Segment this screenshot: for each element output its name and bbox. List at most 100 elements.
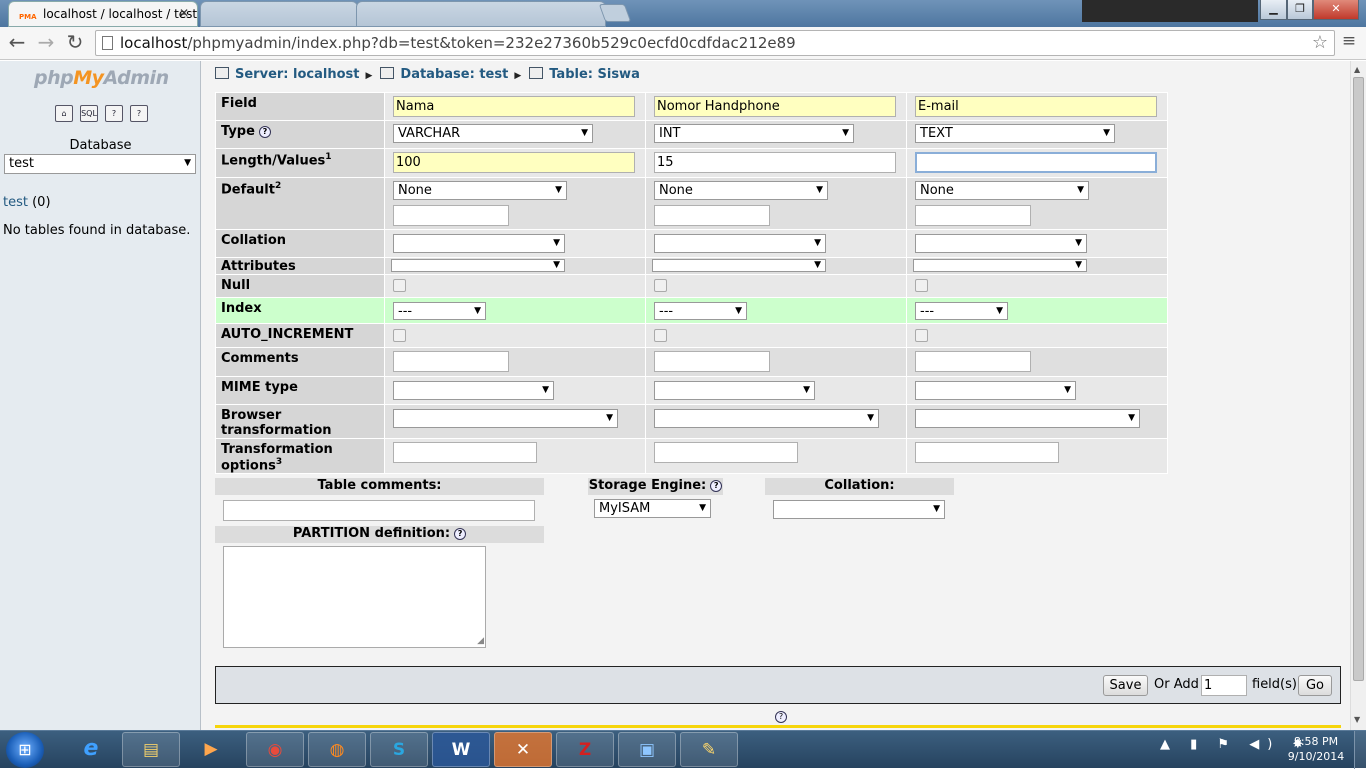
breadcrumb-database[interactable]: Database: test — [400, 67, 508, 82]
comments-input[interactable] — [915, 351, 1031, 372]
close-window-button[interactable]: ✕ — [1313, 0, 1359, 20]
null-checkbox[interactable] — [654, 279, 667, 292]
table-collation-select[interactable]: ▼ — [773, 500, 945, 519]
explorer-icon[interactable]: ▤ — [122, 732, 180, 767]
default-value-input[interactable] — [393, 205, 509, 226]
default-select[interactable]: None ▼ — [654, 181, 828, 200]
default-value-input[interactable] — [915, 205, 1031, 226]
save-button[interactable]: Save — [1103, 675, 1148, 696]
default-select[interactable]: None ▼ — [393, 181, 567, 200]
table-comments-input[interactable] — [223, 500, 535, 521]
auto-increment-checkbox[interactable] — [915, 329, 928, 342]
back-icon[interactable]: ← — [5, 31, 29, 55]
home-icon[interactable]: ⌂ — [55, 105, 73, 122]
transformation-select[interactable]: ▼ — [915, 409, 1140, 428]
forward-icon[interactable]: → — [34, 31, 58, 55]
scrollbar-thumb[interactable] — [1353, 77, 1364, 681]
breadcrumb-server[interactable]: Server: localhost — [235, 67, 359, 82]
transformation-options-input[interactable] — [654, 442, 798, 463]
new-tab-button[interactable] — [598, 4, 632, 22]
help-icon[interactable]: ? — [775, 711, 787, 723]
skype-icon[interactable]: S — [370, 732, 428, 767]
tab-second[interactable] — [200, 1, 358, 27]
start-button[interactable]: ⊞ — [6, 732, 44, 768]
xampp-icon[interactable]: ✕ — [494, 732, 552, 767]
chevron-down-icon: ▼ — [1075, 260, 1082, 270]
bookmark-star-icon[interactable]: ☆ — [1312, 32, 1328, 53]
scroll-up-icon[interactable]: ▲ — [1354, 65, 1360, 74]
null-checkbox[interactable] — [393, 279, 406, 292]
filezilla-icon[interactable]: Z — [556, 732, 614, 767]
clock[interactable]: 8:58 PM 9/10/2014 — [1282, 734, 1350, 764]
database-icon — [380, 67, 395, 79]
transformation-options-input[interactable] — [393, 442, 537, 463]
show-desktop-button[interactable] — [1354, 731, 1366, 769]
firefox-icon[interactable]: ◍ — [308, 732, 366, 767]
ie-icon[interactable]: e — [62, 732, 120, 767]
browser-menu-icon[interactable]: ≡ — [1340, 33, 1358, 51]
attributes-select[interactable]: ▼ — [391, 259, 565, 272]
collation-select[interactable]: ▼ — [915, 234, 1087, 253]
transformation-select[interactable]: ▼ — [393, 409, 618, 428]
field-name-input[interactable]: Nomor Handphone — [654, 96, 896, 117]
resize-grip-icon[interactable]: ◢ — [477, 636, 484, 646]
default-select[interactable]: None ▼ — [915, 181, 1089, 200]
tab-phpmyadmin[interactable]: PMA localhost / localhost / test ✕ — [8, 1, 198, 27]
database-link[interactable]: test — [3, 195, 28, 210]
maximize-button[interactable]: ❐ — [1287, 0, 1313, 20]
transformation-select[interactable]: ▼ — [654, 409, 879, 428]
field-name-input[interactable]: Nama — [393, 96, 635, 117]
row-browser-transformation: Browser transformation ▼ ▼ ▼ — [216, 405, 1167, 438]
add-fields-count-input[interactable]: 1 — [1201, 675, 1247, 696]
length-input[interactable] — [915, 152, 1157, 173]
mime-select[interactable]: ▼ — [654, 381, 815, 400]
collation-select[interactable]: ▼ — [393, 234, 565, 253]
word-icon[interactable]: W — [432, 732, 490, 767]
length-input[interactable]: 100 — [393, 152, 635, 173]
help-icon[interactable]: ? — [258, 126, 271, 138]
collation-select[interactable]: ▼ — [654, 234, 826, 253]
attributes-select[interactable]: ▼ — [652, 259, 826, 272]
type-select[interactable]: INT ▼ — [654, 124, 854, 143]
scroll-down-icon[interactable]: ▼ — [1354, 715, 1360, 724]
storage-engine-select[interactable]: MyISAM ▼ — [594, 499, 711, 518]
help-icon[interactable]: ? — [710, 480, 723, 492]
go-button[interactable]: Go — [1298, 675, 1332, 696]
comments-input[interactable] — [393, 351, 509, 372]
index-select[interactable]: --- ▼ — [393, 302, 486, 320]
index-select[interactable]: --- ▼ — [915, 302, 1008, 320]
sql-icon[interactable]: SQL — [80, 105, 98, 122]
transformation-options-input[interactable] — [915, 442, 1059, 463]
tab-blogger[interactable] — [356, 1, 606, 27]
field-name-input[interactable]: E-mail — [915, 96, 1157, 117]
row-default: Default2 None ▼ None ▼ None ▼ — [216, 178, 1167, 229]
minimize-button[interactable]: ▁ — [1260, 0, 1287, 20]
auto-increment-checkbox[interactable] — [393, 329, 406, 342]
attributes-select[interactable]: ▼ — [913, 259, 1087, 272]
chrome-icon[interactable]: ◉ — [246, 732, 304, 767]
reload-icon[interactable]: ↻ — [63, 31, 87, 55]
phpmyadmin-logo[interactable]: phpMyAdmin — [34, 67, 169, 89]
type-select[interactable]: VARCHAR ▼ — [393, 124, 593, 143]
type-select[interactable]: TEXT ▼ — [915, 124, 1115, 143]
length-input[interactable]: 15 — [654, 152, 896, 173]
tab-close-icon[interactable]: ✕ — [179, 6, 189, 20]
null-checkbox[interactable] — [915, 279, 928, 292]
photo-viewer-icon[interactable]: ▣ — [618, 732, 676, 767]
address-bar[interactable]: localhost/phpmyadmin/index.php?db=test&t… — [95, 30, 1335, 56]
media-player-icon[interactable]: ▶ — [182, 732, 240, 767]
breadcrumb-table[interactable]: Table: Siswa — [549, 67, 640, 82]
help-icon[interactable]: ? — [454, 528, 467, 540]
docs-icon[interactable]: ? — [105, 105, 123, 122]
wiki-icon[interactable]: ? — [130, 105, 148, 122]
page-scrollbar[interactable]: ▲ ▼ — [1350, 61, 1366, 730]
paint-icon[interactable]: ✎ — [680, 732, 738, 767]
comments-input[interactable] — [654, 351, 770, 372]
database-select[interactable]: test ▼ — [4, 154, 196, 174]
auto-increment-checkbox[interactable] — [654, 329, 667, 342]
mime-select[interactable]: ▼ — [915, 381, 1076, 400]
index-select[interactable]: --- ▼ — [654, 302, 747, 320]
mime-select[interactable]: ▼ — [393, 381, 554, 400]
default-value-input[interactable] — [654, 205, 770, 226]
partition-textarea[interactable]: ◢ — [223, 546, 486, 648]
